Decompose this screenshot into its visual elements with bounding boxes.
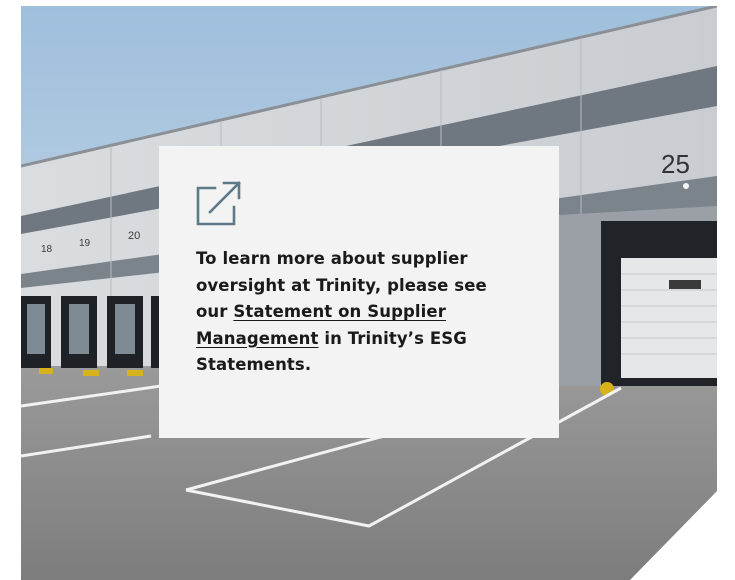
external-link-icon[interactable] [196,180,242,226]
dock-number-18: 18 [41,244,53,255]
dock-number-20: 20 [128,230,140,242]
bay-number: 25 [661,149,690,179]
info-card: To learn more about supplier oversight a… [159,146,559,438]
dock-number-19: 19 [79,238,91,249]
info-text: To learn more about supplier oversight a… [196,246,523,379]
